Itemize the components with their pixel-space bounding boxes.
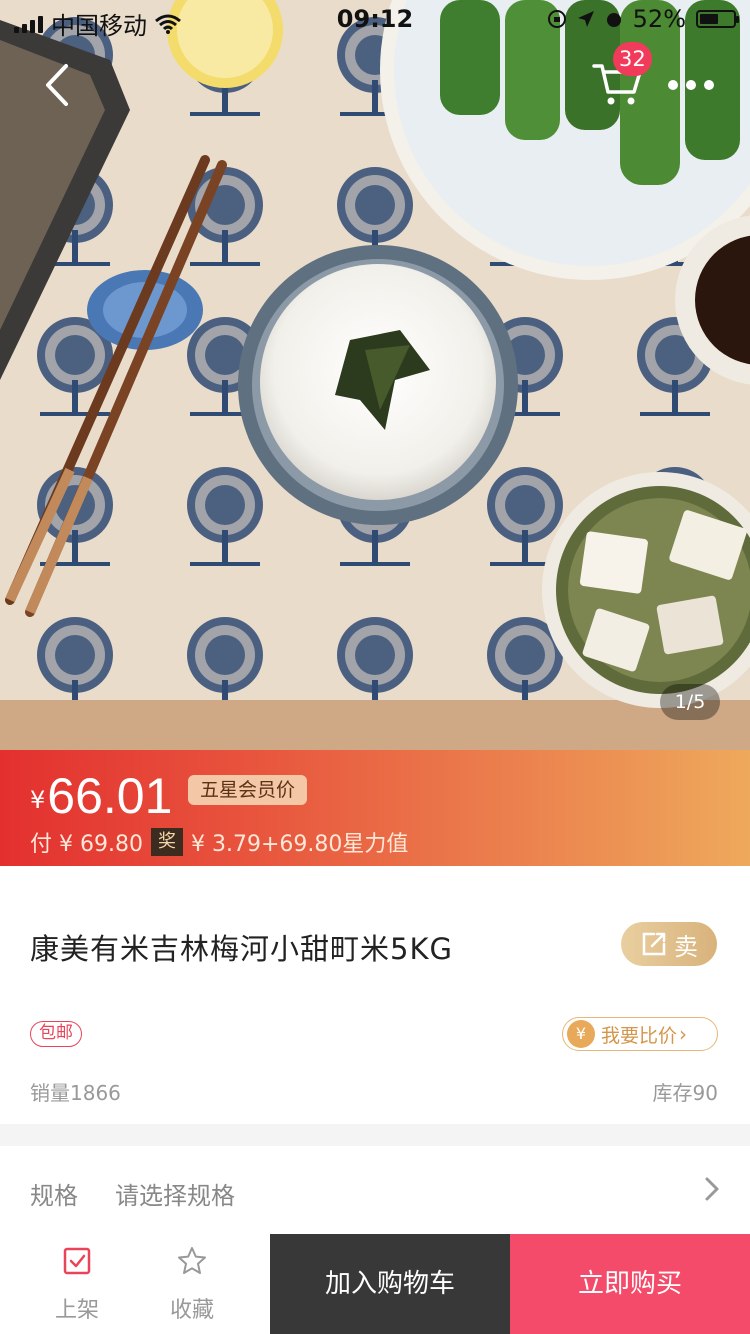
location-icon bbox=[577, 11, 594, 27]
stock-count: 库存90 bbox=[652, 1081, 718, 1105]
price-value: 66.01 bbox=[47, 768, 173, 824]
free-shipping-tag: 包邮 bbox=[30, 1021, 82, 1047]
pay-price: 付 ¥ 69.80 bbox=[30, 832, 143, 857]
share-icon bbox=[642, 932, 666, 956]
yen-icon: ¥ bbox=[567, 1020, 595, 1048]
member-price-tag: 五星会员价 bbox=[188, 775, 308, 805]
buy-now-button[interactable]: 立即购买 bbox=[510, 1234, 750, 1334]
reward-text: ¥ 3.79+69.80星力值 bbox=[190, 832, 409, 857]
status-bar: 中国移动 09:12 52% bbox=[0, 0, 750, 40]
star-icon bbox=[178, 1247, 206, 1274]
battery-percent: 52% bbox=[632, 5, 686, 33]
alarm-icon bbox=[606, 13, 621, 27]
bottom-action-bar: 上架 收藏 加入购物车 立即购买 bbox=[0, 1234, 750, 1334]
sales-count: 销量1866 bbox=[30, 1081, 121, 1105]
spec-label: 规格 bbox=[30, 1182, 78, 1210]
chevron-right-icon: › bbox=[679, 1022, 688, 1046]
sell-button[interactable]: 卖 bbox=[621, 922, 717, 966]
list-on-shelf-button[interactable]: 上架 bbox=[27, 1234, 127, 1334]
back-icon[interactable] bbox=[34, 58, 82, 112]
image-pager: 1/5 bbox=[660, 684, 720, 720]
sell-button-label: 卖 bbox=[674, 932, 698, 961]
product-photo bbox=[0, 0, 750, 750]
cart-count-badge: 32 bbox=[613, 42, 652, 76]
status-right: 52% bbox=[547, 5, 739, 33]
chevron-right-icon bbox=[705, 1177, 719, 1201]
price-currency: ¥ bbox=[30, 786, 46, 814]
add-to-cart-button[interactable]: 加入购物车 bbox=[270, 1234, 510, 1334]
product-info: 康美有米吉林梅河小甜町米5KG 卖 包邮 ¥ 我要比价 › 销量1866 库存9… bbox=[0, 866, 750, 1124]
product-image-carousel[interactable] bbox=[0, 0, 750, 750]
lock-rotation-icon bbox=[547, 10, 566, 28]
price-sub-row: 付 ¥ 69.80 奖 ¥ 3.79+69.80星力值 bbox=[30, 826, 408, 858]
product-title: 康美有米吉林梅河小甜町米5KG bbox=[30, 932, 453, 966]
more-icon[interactable] bbox=[668, 68, 714, 102]
list-on-shelf-label: 上架 bbox=[54, 1298, 99, 1323]
checkbox-icon bbox=[63, 1247, 91, 1275]
compare-price-label: 我要比价 bbox=[601, 1024, 678, 1047]
favorite-button[interactable]: 收藏 bbox=[142, 1234, 242, 1334]
favorite-label: 收藏 bbox=[169, 1298, 214, 1323]
price-main: ¥ 66.01 bbox=[30, 770, 172, 822]
price-banner: ¥ 66.01 五星会员价 付 ¥ 69.80 奖 ¥ 3.79+69.80星力… bbox=[0, 750, 750, 866]
award-badge: 奖 bbox=[150, 828, 183, 856]
product-detail-page: 中国移动 09:12 52% 32 1/5 ¥ 66.01 五星会员价 付 ¥ … bbox=[0, 0, 750, 1334]
spec-selector[interactable]: 规格 请选择规格 bbox=[0, 1146, 750, 1234]
compare-price-button[interactable]: ¥ 我要比价 › bbox=[562, 1017, 718, 1051]
spec-value: 请选择规格 bbox=[115, 1182, 235, 1210]
battery-icon bbox=[696, 10, 739, 28]
